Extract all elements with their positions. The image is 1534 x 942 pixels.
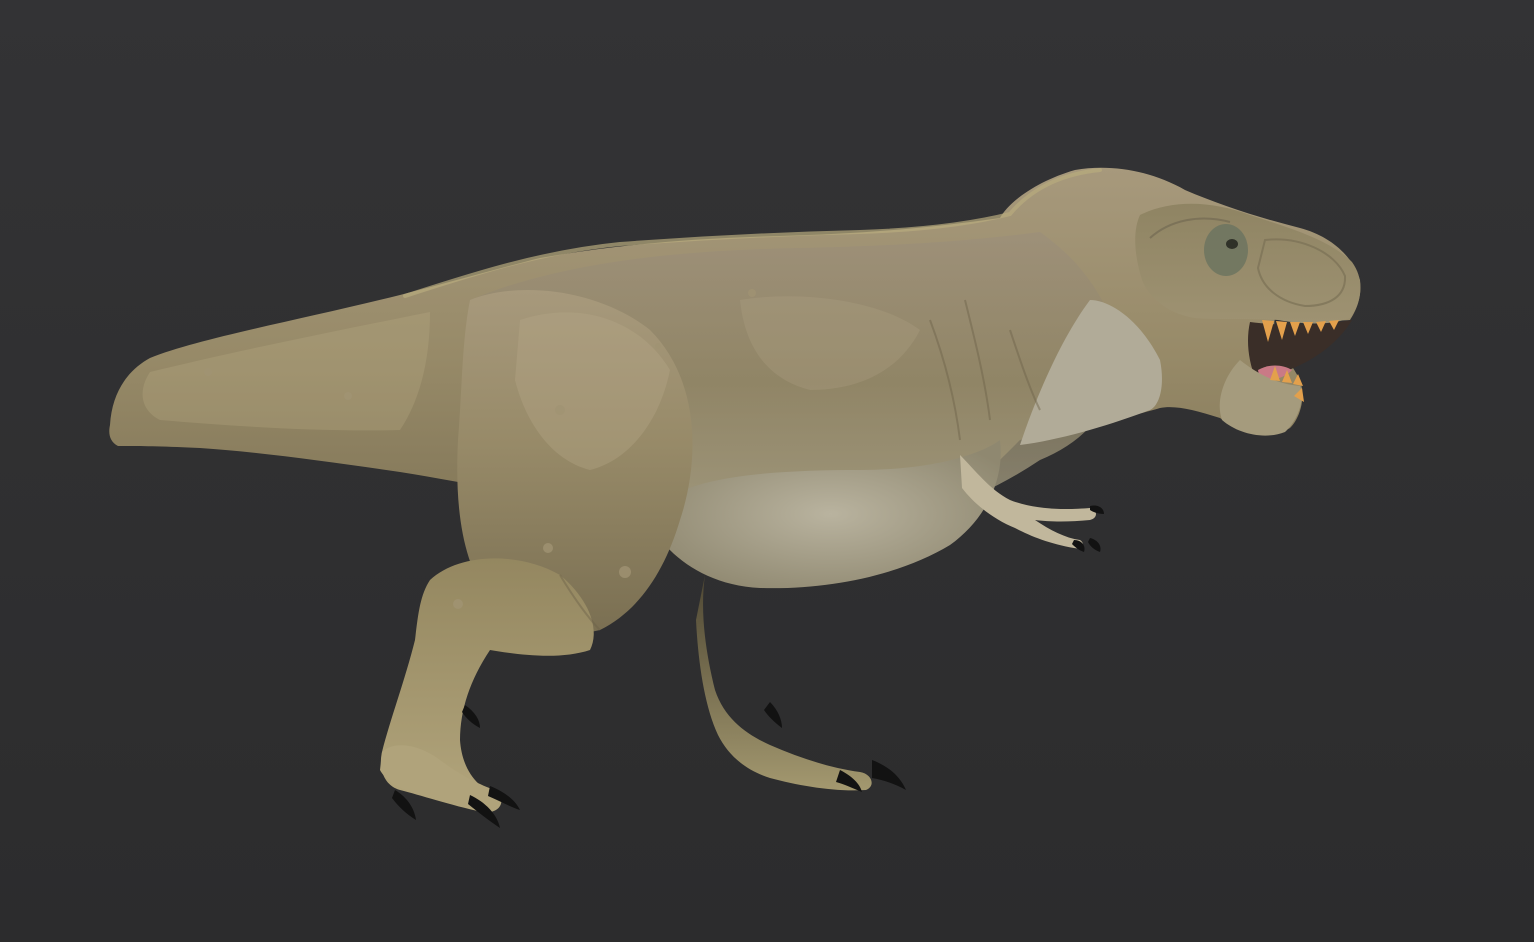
eye-socket: [1204, 224, 1248, 276]
eye: [1226, 239, 1238, 249]
3d-viewport[interactable]: [0, 0, 1534, 942]
viewport-canvas: [0, 0, 1534, 942]
